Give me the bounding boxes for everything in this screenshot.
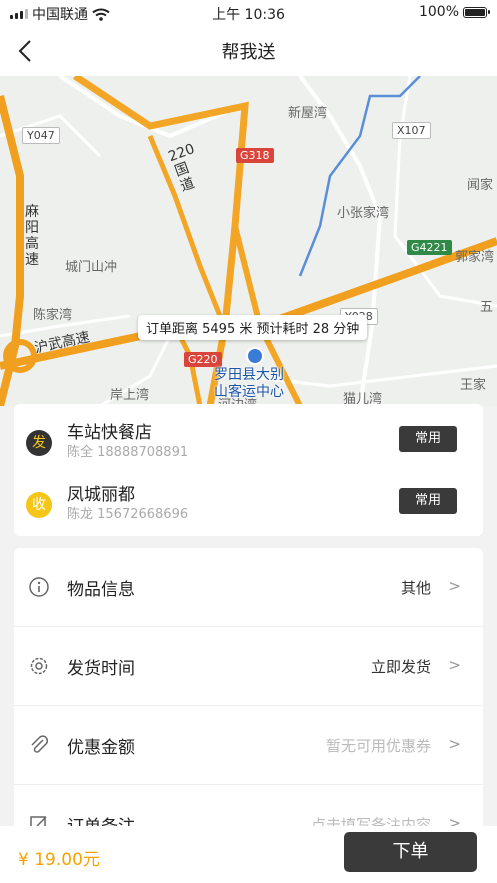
option-item-info[interactable]: 物品信息 其他 > [14,548,483,627]
sender-row[interactable]: 发 车站快餐店 陈全 18888708891 常用 [14,408,483,470]
place-label: 新屋湾 [288,106,328,121]
total-price: ¥ 19.00元 [18,850,100,870]
road-badge: X107 [392,122,431,139]
receiver-row[interactable]: 收 凤城丽都 陈龙 15672668696 常用 [14,470,483,532]
road-badge: G4221 [407,240,452,255]
option-label: 优惠金额 [67,738,135,758]
sender-common-button[interactable]: 常用 [399,426,457,452]
nav-bar: 帮我送 [0,26,497,76]
receiver-common-button[interactable]: 常用 [399,488,457,514]
place-label: 王家 [460,378,487,393]
receiver-name: 凤城丽都 [67,485,135,505]
route-info-bubble: 订单距离 5495 米 预计耗时 28 分钟 [138,315,368,340]
order-options-card: 物品信息 其他 > 发货时间 立即发货 > 优惠金额 暂无可用优惠券 > 订单备… [14,548,483,838]
bus-station-icon [246,347,264,365]
receiver-contact: 陈龙 15672668696 [67,507,189,522]
status-bar: 中国联通 上午 10:36 100% [0,0,497,26]
sender-tag: 发 [26,430,52,456]
option-item-discount[interactable]: 优惠金额 暂无可用优惠券 > [14,706,483,785]
page-title: 帮我送 [221,42,276,63]
info-icon [29,577,49,597]
paperclip-icon [31,735,49,753]
road-badge: G318 [236,148,274,163]
battery-icon [463,6,490,18]
gear-icon [30,657,48,675]
battery-percent: 100% [418,4,459,20]
place-label: 陈家湾 [33,308,73,323]
receiver-tag: 收 [26,492,52,518]
option-item-time[interactable]: 发货时间 立即发货 > [14,627,483,706]
highway-label-mayang: 麻阳高速 [25,204,39,268]
option-value: 其他 [400,579,431,597]
place-label: 五 [480,300,494,315]
place-label: 岸上湾 [110,388,150,403]
road-badge: Y047 [22,127,60,144]
place-label: 闻家 [467,178,494,193]
checkout-bar: ¥ 19.00元 下单 [0,826,497,883]
option-value: 暂无可用优惠券 [325,737,431,755]
chevron-right-icon: > [448,656,461,674]
route-map[interactable]: 新屋湾 小张家湾 闻家 郭家湾 城门山冲 陈家湾 五 岸上湾 王家 猫儿湾 河边… [0,76,497,406]
chevron-right-icon: > [448,577,461,595]
sender-contact: 陈全 18888708891 [67,445,189,460]
place-label: 城门山冲 [65,260,118,275]
option-value: 立即发货 [370,658,431,676]
chevron-right-icon: > [448,735,461,753]
sender-name: 车站快餐店 [67,423,152,443]
option-label: 发货时间 [67,659,135,679]
place-label: 小张家湾 [337,206,390,221]
road-badge: G220 [184,352,222,367]
address-card: 发 车站快餐店 陈全 18888708891 常用 收 凤城丽都 陈龙 1567… [14,404,483,536]
option-label: 物品信息 [67,580,135,600]
place-order-button[interactable]: 下单 [344,832,477,872]
place-label: 郭家湾 [455,250,495,265]
station-label: 罗田县大别 山客运中心 [214,367,284,400]
